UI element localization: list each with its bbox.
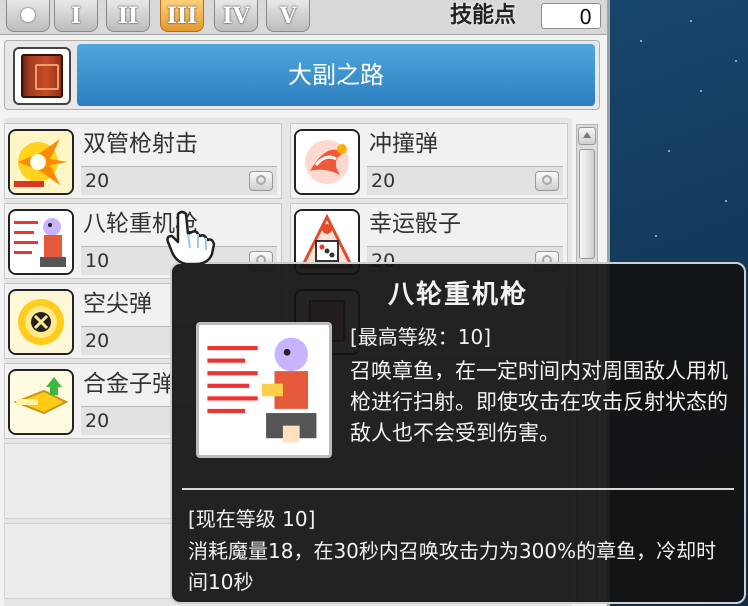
job-name: 大副之路 [77,44,595,106]
alloy-bullet-icon [8,369,74,435]
tooltip-effect: 消耗魔量18，在30秒内召唤攻击力为300%的章鱼，冷却时间10秒 [188,539,717,594]
scroll-thumb[interactable] [579,149,595,259]
skill-slot[interactable]: 冲撞弹 20 [290,123,568,199]
level-up-button[interactable] [535,171,559,191]
skill-point-label: 技能点 [450,3,517,28]
tooltip-description: 召唤章鱼，在一定时间内对周围敌人用机枪进行扫射。即使攻击在攻击反射状态的敌人也不… [350,359,728,445]
skill-name: 双管枪射击 [83,131,198,157]
skill-level: 20 [85,170,110,192]
tab-5[interactable]: V [266,0,310,32]
skill-point-value: 0 [541,3,601,29]
tab-1[interactable]: I [54,0,98,32]
skill-tooltip: 八轮重机枪 [最高等级：10] 召唤章鱼，在一定时间内对周围敌人用机枪进行扫射。… [170,262,746,604]
hollow-point-bullet-icon [8,289,74,355]
tooltip-title: 八轮重机枪 [387,280,528,310]
tooltip-max-level: [最高等级：10] [350,325,492,349]
octopus-gunner-icon [196,322,332,458]
level-up-button[interactable] [249,171,273,191]
job-book-icon [13,47,71,105]
crash-bullet-icon [294,129,360,195]
skill-level: 20 [85,410,110,432]
scroll-up-button[interactable] [578,127,596,145]
tab-3[interactable]: III [160,0,204,32]
double-gun-shot-icon [8,129,74,195]
circle-icon [21,8,35,22]
tooltip-divider [182,488,734,490]
tooltip-current-level: [现在等级 10] [188,507,316,531]
skill-name: 冲撞弹 [369,131,438,157]
tab-beginner[interactable] [6,0,50,32]
skill-name: 幸运骰子 [369,211,461,237]
job-header: 大副之路 [4,40,600,110]
skill-level: 20 [85,330,110,352]
skill-level: 10 [85,250,110,272]
octopus-gunner-icon [8,209,74,275]
skill-level: 20 [371,170,396,192]
tab-2[interactable]: II [106,0,150,32]
skill-slot[interactable]: 双管枪射击 20 [4,123,282,199]
hand-cursor-icon [166,210,216,266]
tab-4[interactable]: IV [214,0,258,32]
tab-bar: I II III IV V 技能点 0 [0,0,607,35]
